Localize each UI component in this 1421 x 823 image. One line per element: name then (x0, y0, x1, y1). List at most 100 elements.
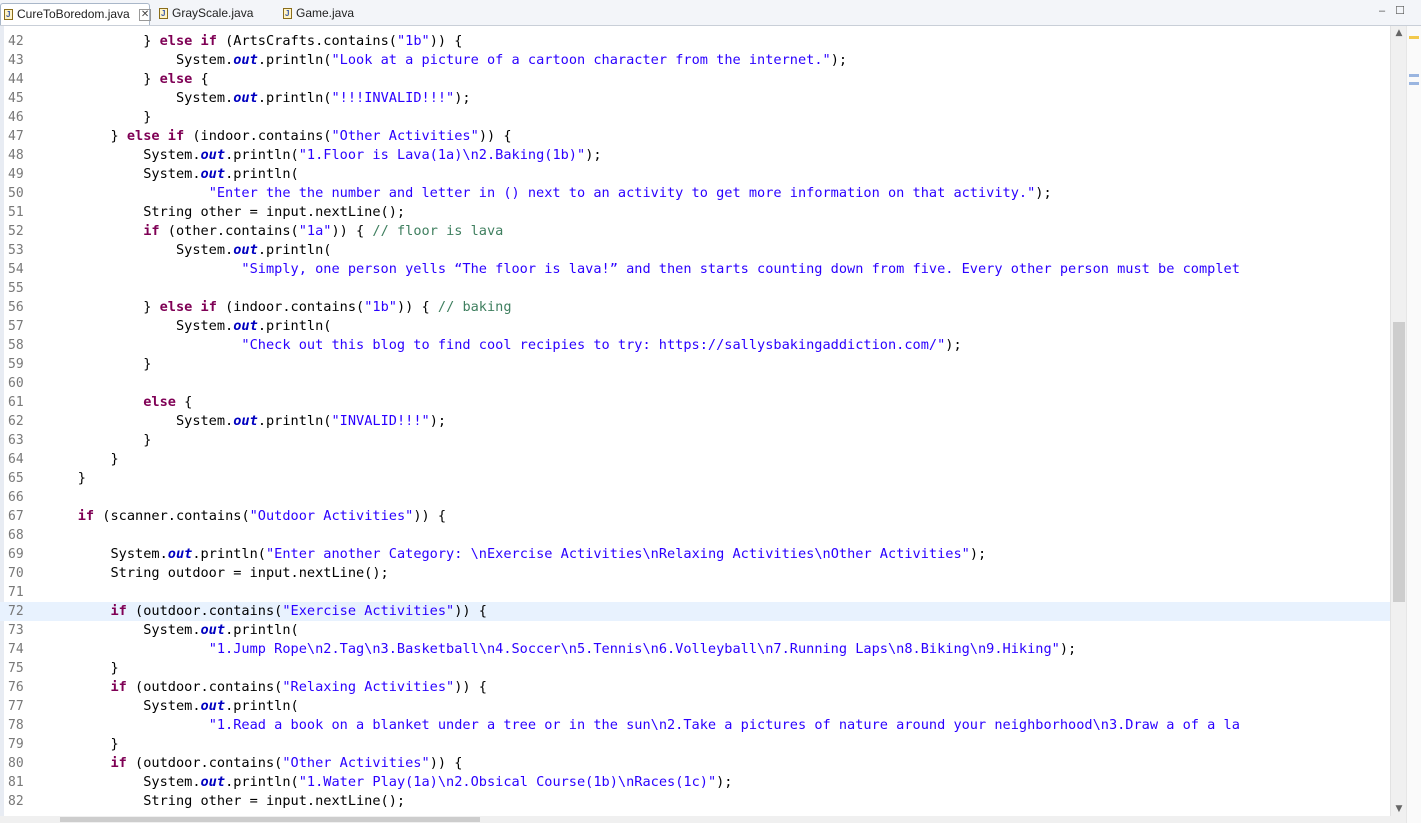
code-line[interactable]: 69 System.out.println("Enter another Cat… (0, 545, 1390, 564)
code-line[interactable]: 59 } (0, 355, 1390, 374)
occurrence-marker[interactable] (1409, 74, 1419, 77)
code-line[interactable]: 73 System.out.println( (0, 621, 1390, 640)
code-text[interactable]: System.out.println("1.Water Play(1a)\n2.… (45, 773, 732, 792)
code-line[interactable]: 43 System.out.println("Look at a picture… (0, 51, 1390, 70)
code-text[interactable]: System.out.println( (45, 697, 299, 716)
scrollbar-thumb[interactable] (60, 817, 480, 822)
code-line[interactable]: 78 "1.Read a book on a blanket under a t… (0, 716, 1390, 735)
overview-ruler[interactable] (1406, 26, 1421, 823)
code-line[interactable]: 49 System.out.println( (0, 165, 1390, 184)
scroll-up-icon[interactable]: ▲ (1391, 26, 1407, 40)
code-text[interactable]: } else if (ArtsCrafts.contains("1b")) { (45, 32, 462, 51)
code-line[interactable]: 66 (0, 488, 1390, 507)
code-line[interactable]: 68 (0, 526, 1390, 545)
code-line[interactable]: 47 } else if (indoor.contains("Other Act… (0, 127, 1390, 146)
code-line[interactable]: 65 } (0, 469, 1390, 488)
line-number: 49 (8, 167, 24, 182)
code-text[interactable]: } (45, 659, 118, 678)
code-line[interactable]: 46 } (0, 108, 1390, 127)
code-text[interactable]: "1.Jump Rope\n2.Tag\n3.Basketball\n4.Soc… (45, 640, 1077, 659)
code-line[interactable]: 82 String other = input.nextLine(); (0, 792, 1390, 811)
code-line[interactable]: 57 System.out.println( (0, 317, 1390, 336)
code-text[interactable]: } (45, 431, 151, 450)
code-line[interactable]: 61 else { (0, 393, 1390, 412)
occurrence-marker[interactable] (1409, 82, 1419, 85)
code-line[interactable]: 79 } (0, 735, 1390, 754)
keyword-token: if (200, 33, 217, 49)
code-text[interactable]: System.out.println("INVALID!!!"); (45, 412, 446, 431)
tab-curetoboredom[interactable]: J CureToBoredom.java ✕ (0, 3, 152, 25)
code-token: } (45, 470, 86, 486)
tab-game[interactable]: J Game.java (280, 3, 370, 25)
code-line[interactable]: 44 } else { (0, 70, 1390, 89)
code-text[interactable]: "Check out this blog to find cool recipi… (45, 336, 961, 355)
code-text[interactable]: System.out.println("1.Floor is Lava(1a)\… (45, 146, 602, 165)
code-text[interactable]: } else if (indoor.contains("Other Activi… (45, 127, 511, 146)
maximize-icon[interactable]: ☐ (1394, 5, 1406, 17)
code-text[interactable]: if (outdoor.contains("Exercise Activitie… (45, 602, 487, 621)
code-line[interactable]: 45 System.out.println("!!!INVALID!!!"); (0, 89, 1390, 108)
code-text[interactable]: "Simply, one person yells “The floor is … (45, 260, 1239, 279)
code-text[interactable]: System.out.println( (45, 317, 332, 336)
code-line[interactable]: 51 String other = input.nextLine(); (0, 203, 1390, 222)
scrollbar-thumb[interactable] (1393, 322, 1405, 602)
code-line[interactable]: 77 System.out.println( (0, 697, 1390, 716)
code-token: )) { (454, 603, 487, 619)
code-line[interactable]: 63 } (0, 431, 1390, 450)
code-text[interactable]: } (45, 355, 151, 374)
code-line[interactable]: 64 } (0, 450, 1390, 469)
code-line[interactable]: 74 "1.Jump Rope\n2.Tag\n3.Basketball\n4.… (0, 640, 1390, 659)
warning-marker[interactable] (1409, 36, 1419, 39)
code-editor[interactable]: 42 } else if (ArtsCrafts.contains("1b"))… (0, 26, 1390, 816)
code-text[interactable]: System.out.println("Enter another Catego… (45, 545, 986, 564)
code-text[interactable]: System.out.println( (45, 165, 299, 184)
code-text[interactable]: } (45, 735, 118, 754)
code-text[interactable]: } (45, 108, 151, 127)
code-text[interactable]: String outdoor = input.nextLine(); (45, 564, 388, 583)
code-line[interactable]: 56 } else if (indoor.contains("1b")) { /… (0, 298, 1390, 317)
code-token: ); (585, 147, 602, 163)
code-line[interactable]: 75 } (0, 659, 1390, 678)
close-tab-icon[interactable]: ✕ (139, 8, 152, 21)
code-line[interactable]: 52 if (other.contains("1a")) { // floor … (0, 222, 1390, 241)
code-text[interactable]: System.out.println( (45, 241, 332, 260)
code-line[interactable]: 53 System.out.println( (0, 241, 1390, 260)
code-token: .println( (257, 242, 332, 258)
code-text[interactable]: } (45, 469, 86, 488)
code-text[interactable]: System.out.println("Look at a picture of… (45, 51, 847, 70)
code-text[interactable]: System.out.println("!!!INVALID!!!"); (45, 89, 471, 108)
code-line[interactable]: 60 (0, 374, 1390, 393)
code-line[interactable]: 62 System.out.println("INVALID!!!"); (0, 412, 1390, 431)
code-text[interactable]: "Enter the the number and letter in () n… (45, 184, 1052, 203)
code-line[interactable]: 54 "Simply, one person yells “The floor … (0, 260, 1390, 279)
code-line[interactable]: 48 System.out.println("1.Floor is Lava(1… (0, 146, 1390, 165)
code-line[interactable]: 72 if (outdoor.contains("Exercise Activi… (0, 602, 1390, 621)
code-text[interactable]: if (other.contains("1a")) { // floor is … (45, 222, 503, 241)
code-text[interactable]: } else { (45, 70, 209, 89)
vertical-scrollbar[interactable]: ▲ ▼ (1390, 26, 1406, 816)
scroll-down-icon[interactable]: ▼ (1391, 802, 1407, 816)
code-text[interactable]: if (scanner.contains("Outdoor Activities… (45, 507, 446, 526)
code-text[interactable]: else { (45, 393, 192, 412)
code-line[interactable]: 67 if (scanner.contains("Outdoor Activit… (0, 507, 1390, 526)
code-line[interactable]: 58 "Check out this blog to find cool rec… (0, 336, 1390, 355)
tab-grayscale[interactable]: J GrayScale.java (156, 3, 264, 25)
code-text[interactable]: } (45, 450, 118, 469)
code-line[interactable]: 71 (0, 583, 1390, 602)
code-text[interactable]: if (outdoor.contains("Relaxing Activitie… (45, 678, 487, 697)
minimize-icon[interactable]: – (1376, 5, 1388, 17)
code-text[interactable]: String other = input.nextLine(); (45, 203, 405, 222)
code-line[interactable]: 50 "Enter the the number and letter in (… (0, 184, 1390, 203)
code-text[interactable]: System.out.println( (45, 621, 299, 640)
code-line[interactable]: 80 if (outdoor.contains("Other Activitie… (0, 754, 1390, 773)
code-line[interactable]: 81 System.out.println("1.Water Play(1a)\… (0, 773, 1390, 792)
code-line[interactable]: 55 (0, 279, 1390, 298)
horizontal-scrollbar[interactable] (0, 816, 1406, 823)
code-text[interactable]: "1.Read a book on a blanket under a tree… (45, 716, 1240, 735)
code-line[interactable]: 42 } else if (ArtsCrafts.contains("1b"))… (0, 32, 1390, 51)
code-line[interactable]: 76 if (outdoor.contains("Relaxing Activi… (0, 678, 1390, 697)
code-line[interactable]: 70 String outdoor = input.nextLine(); (0, 564, 1390, 583)
code-text[interactable]: if (outdoor.contains("Other Activities")… (45, 754, 462, 773)
code-text[interactable]: } else if (indoor.contains("1b")) { // b… (45, 298, 511, 317)
code-text[interactable]: String other = input.nextLine(); (45, 792, 405, 811)
